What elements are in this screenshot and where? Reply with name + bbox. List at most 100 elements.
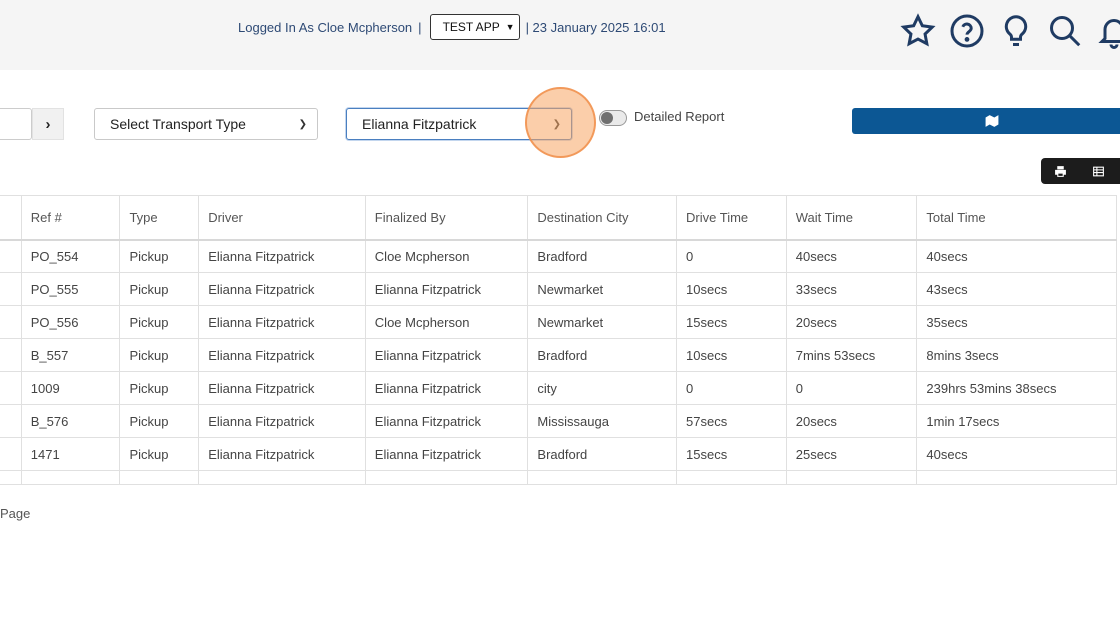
star-icon[interactable]: [898, 11, 938, 51]
table-cell: Elianna Fitzpatrick: [198, 272, 366, 306]
map-icon: [985, 115, 999, 127]
table-cell: 40secs: [916, 437, 1117, 471]
table-cell: [364, 470, 529, 485]
header-icons: [898, 11, 1120, 51]
table-header-cell: [0, 195, 22, 240]
table-cell: Bradford: [527, 239, 678, 273]
table-cell: PO_555: [20, 272, 121, 306]
table-cell: Pickup: [119, 239, 200, 273]
table-cell: B_576: [20, 404, 121, 438]
export-toolbar: [1041, 158, 1120, 184]
table-row: PO_556 Pickup Elianna Fitzpatrick Cloe M…: [0, 305, 1117, 339]
table-cell: Elianna Fitzpatrick: [198, 371, 366, 405]
column-header-ref[interactable]: Ref #: [20, 195, 121, 240]
app-select[interactable]: TEST APP ▼: [429, 14, 520, 40]
login-info: Logged In As Cloe Mcpherson | TEST APP ▼…: [238, 14, 666, 40]
table-cell: Elianna Fitzpatrick: [198, 437, 366, 471]
table-row: B_576 Pickup Elianna Fitzpatrick Elianna…: [0, 404, 1117, 438]
table-cell: 57secs: [676, 404, 787, 438]
table-row: PO_554 Pickup Elianna Fitzpatrick Cloe M…: [0, 239, 1117, 273]
table-cell: 15secs: [676, 305, 787, 339]
transport-type-value: Select Transport Type: [110, 116, 246, 132]
table-cell: Elianna Fitzpatrick: [198, 338, 366, 372]
date-input[interactable]: [0, 108, 32, 140]
table-cell: 7mins 53secs: [785, 338, 918, 372]
table-row: PO_555 Pickup Elianna Fitzpatrick Eliann…: [0, 272, 1117, 306]
table-row: 1009 Pickup Elianna Fitzpatrick Elianna …: [0, 371, 1117, 405]
column-header-total-time[interactable]: Total Time: [916, 195, 1117, 240]
table-cell: Elianna Fitzpatrick: [364, 371, 529, 405]
lightbulb-icon[interactable]: [996, 11, 1036, 51]
table-cell: Elianna Fitzpatrick: [198, 305, 366, 339]
table-cell: 1471: [20, 437, 121, 471]
table-icon: [1092, 166, 1104, 176]
map-button[interactable]: [852, 108, 1120, 134]
column-header-wait-time[interactable]: Wait Time: [785, 195, 918, 240]
table-cell: PO_554: [20, 239, 121, 273]
table-cell: 0: [676, 239, 787, 273]
table-row: 1471 Pickup Elianna Fitzpatrick Elianna …: [0, 437, 1117, 471]
table-cell: Newmarket: [527, 272, 678, 306]
table-cell: B_557: [20, 338, 121, 372]
table-row: B_557 Pickup Elianna Fitzpatrick Elianna…: [0, 338, 1117, 372]
table-view-button[interactable]: [1079, 158, 1117, 184]
table-cell: [0, 305, 22, 339]
table-header-row: Ref # Type Driver Finalized By Destinati…: [0, 195, 1117, 240]
table-cell: [0, 437, 22, 471]
table-cell: [916, 470, 1117, 485]
table-cell: Pickup: [119, 272, 200, 306]
table-cell: 40secs: [916, 239, 1117, 273]
table-cell: [0, 404, 22, 438]
page-label: Page: [0, 506, 31, 521]
table-cell: Cloe Mcpherson: [364, 239, 529, 273]
chevron-down-icon: ❯: [552, 118, 561, 130]
driver-select[interactable]: Elianna Fitzpatrick ❯: [346, 108, 572, 140]
help-circle-icon[interactable]: [947, 11, 987, 51]
chevron-down-icon: ❯: [298, 118, 307, 130]
table-cell: 20secs: [785, 404, 918, 438]
table-cell: [0, 272, 22, 306]
table-cell: [527, 470, 678, 485]
table-cell: [0, 371, 22, 405]
column-header-driver[interactable]: Driver: [198, 195, 366, 240]
table-cell: [785, 470, 918, 485]
table-cell: Pickup: [119, 338, 200, 372]
table-cell: Elianna Fitzpatrick: [198, 404, 366, 438]
column-header-destination-city[interactable]: Destination City: [527, 195, 678, 240]
table-cell: Newmarket: [527, 305, 678, 339]
datetime-text: | 23 January 2025 16:01: [525, 19, 666, 35]
table-cell: Cloe Mcpherson: [364, 305, 529, 339]
table-cell: 10secs: [676, 272, 787, 306]
table-cell: [119, 470, 200, 485]
search-icon[interactable]: [1045, 11, 1085, 51]
top-header: Logged In As Cloe Mcpherson | TEST APP ▼…: [0, 0, 1120, 70]
table-cell: 40secs: [785, 239, 918, 273]
column-header-type[interactable]: Type: [119, 195, 200, 240]
table-cell: city: [527, 371, 678, 405]
table-cell: Bradford: [527, 338, 678, 372]
next-button[interactable]: ›: [32, 108, 64, 140]
table-cell: [0, 239, 22, 273]
table-cell: 1min 17secs: [916, 404, 1117, 438]
driver-value: Elianna Fitzpatrick: [362, 116, 477, 132]
print-icon: [1054, 165, 1066, 177]
bell-icon[interactable]: [1094, 11, 1120, 51]
table-cell: Mississauga: [527, 404, 678, 438]
table-cell: PO_556: [20, 305, 121, 339]
toggle-knob: [601, 112, 613, 124]
report-table: Ref # Type Driver Finalized By Destinati…: [0, 195, 1117, 485]
table-cell: [198, 470, 366, 485]
table-cell: Elianna Fitzpatrick: [364, 272, 529, 306]
separator: |: [418, 19, 422, 35]
table-cell: [0, 470, 22, 485]
column-header-finalized-by[interactable]: Finalized By: [364, 195, 529, 240]
print-button[interactable]: [1041, 158, 1079, 184]
column-header-drive-time[interactable]: Drive Time: [676, 195, 787, 240]
table-cell: [0, 338, 22, 372]
logged-in-text: Logged In As Cloe Mcpherson: [238, 19, 413, 35]
transport-type-select[interactable]: Select Transport Type ❯: [94, 108, 318, 140]
table-cell: 35secs: [916, 305, 1117, 339]
table-cell: Pickup: [119, 371, 200, 405]
table-cell: Elianna Fitzpatrick: [364, 437, 529, 471]
detailed-report-toggle[interactable]: [599, 110, 627, 126]
